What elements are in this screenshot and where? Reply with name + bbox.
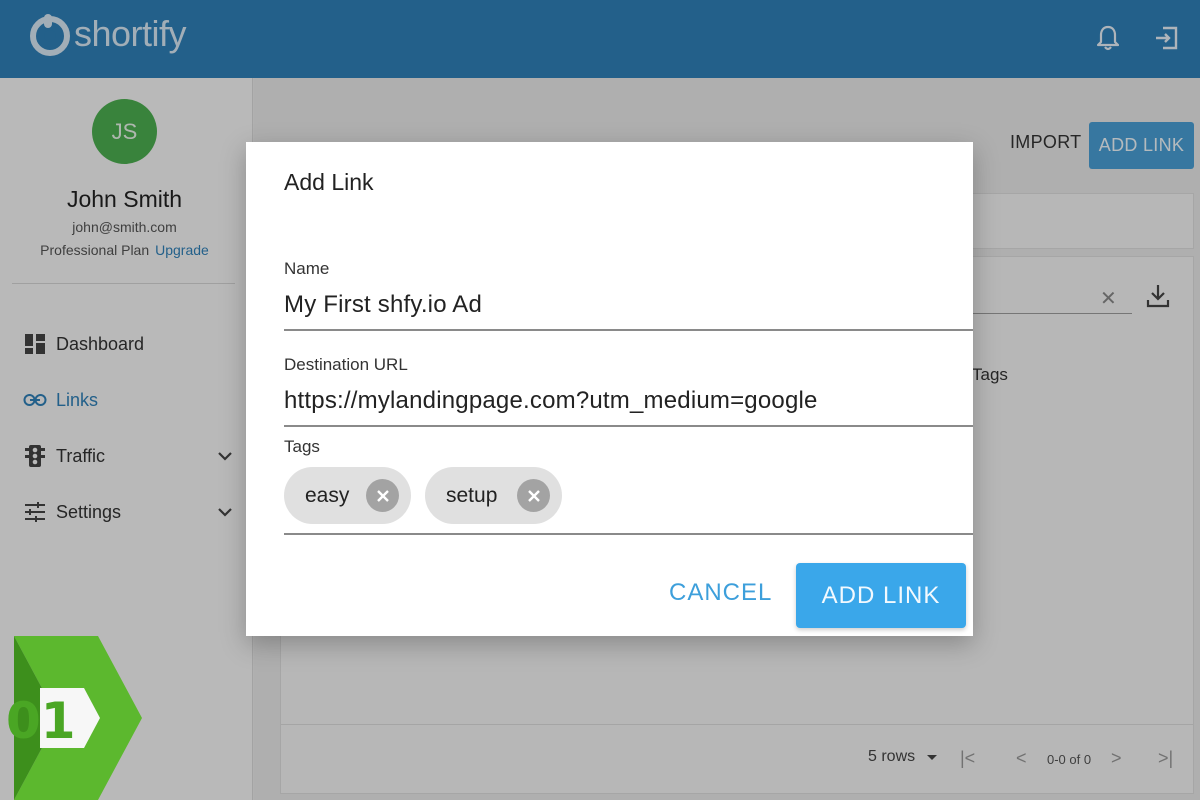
remove-tag-icon[interactable]	[366, 479, 399, 512]
add-link-dialog: Add Link Name My First shfy.io Ad Destin…	[246, 142, 973, 636]
remove-tag-icon[interactable]	[517, 479, 550, 512]
step-number: 01	[6, 692, 76, 750]
tag-chip-label: easy	[305, 483, 350, 507]
name-input[interactable]: My First shfy.io Ad	[284, 291, 482, 319]
tag-chip-label: setup	[446, 483, 498, 507]
tag-chip[interactable]: easy	[284, 467, 411, 524]
tags-input-underline	[284, 533, 973, 535]
tags-label: Tags	[284, 437, 320, 456]
step-badge: 01	[0, 636, 145, 800]
name-input-underline	[284, 329, 973, 331]
destination-url-input[interactable]: https://mylandingpage.com?utm_medium=goo…	[284, 387, 818, 415]
submit-add-link-button[interactable]: ADD LINK	[796, 563, 966, 628]
dialog-title: Add Link	[284, 169, 374, 195]
tag-chip[interactable]: setup	[425, 467, 562, 524]
cancel-button[interactable]: CANCEL	[669, 579, 772, 607]
destination-url-underline	[284, 425, 973, 427]
name-label: Name	[284, 259, 330, 278]
destination-url-label: Destination URL	[284, 355, 408, 374]
